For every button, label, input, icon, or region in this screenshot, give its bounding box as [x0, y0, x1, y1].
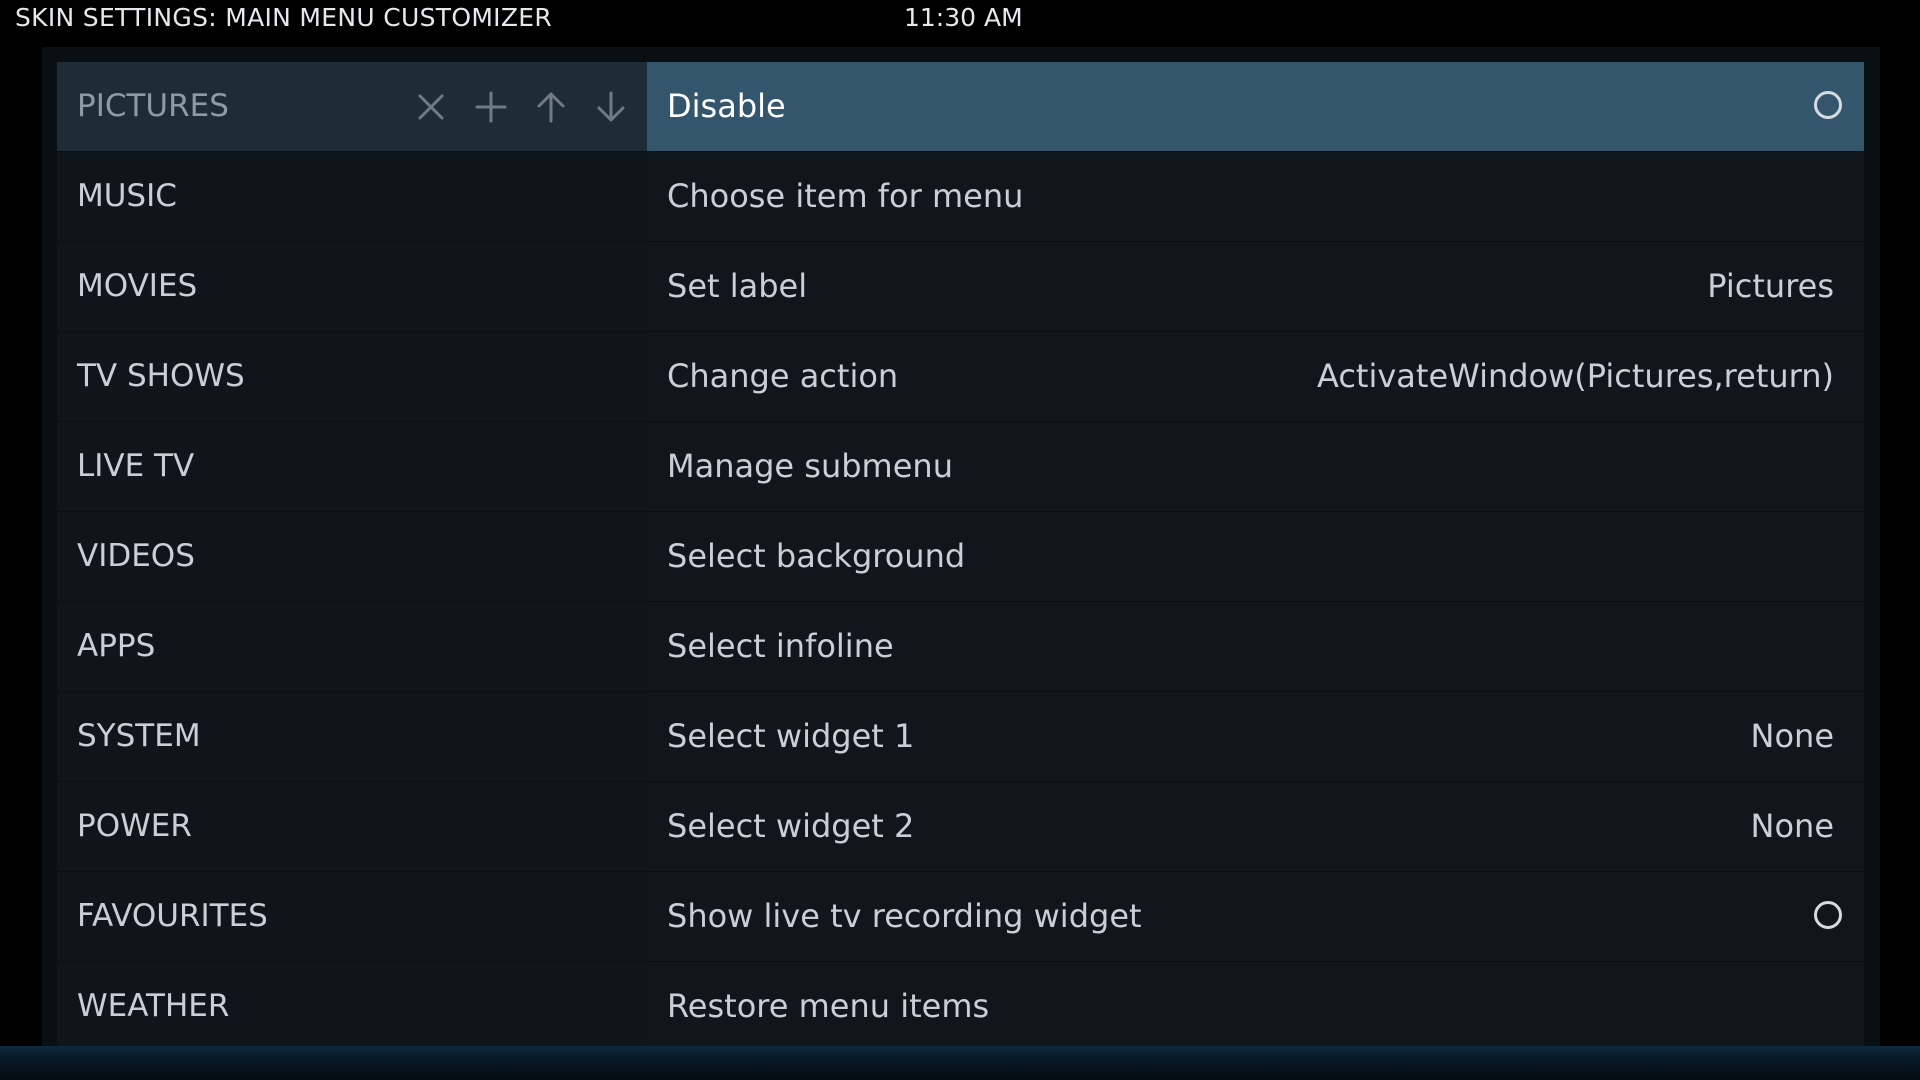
menu-item-pictures[interactable]: PICTURES: [57, 62, 647, 151]
menu-item-label: TV SHOWS: [77, 358, 245, 394]
option-label: Select widget 1: [667, 717, 915, 755]
radio-off-icon[interactable]: [1814, 901, 1842, 929]
option-select-infoline[interactable]: Select infoline: [647, 602, 1864, 691]
menu-item-label: SYSTEM: [77, 718, 201, 754]
window-title: SKIN SETTINGS: MAIN MENU CUSTOMIZER: [15, 3, 553, 32]
option-disable[interactable]: Disable: [647, 62, 1864, 151]
menu-item-label: MUSIC: [77, 178, 177, 214]
menu-item-videos[interactable]: VIDEOS: [57, 512, 647, 601]
option-value: ActivateWindow(Pictures,return): [1316, 357, 1834, 395]
menu-item-label: PICTURES: [77, 88, 229, 124]
option-restore-menu-items[interactable]: Restore menu items: [647, 962, 1864, 1051]
menu-item-weather[interactable]: WEATHER: [57, 962, 647, 1051]
option-label: Manage submenu: [667, 447, 953, 485]
radio-off-icon[interactable]: [1814, 91, 1842, 119]
menu-item-label: APPS: [77, 628, 156, 664]
option-value: None: [1750, 807, 1834, 845]
option-label: Disable: [667, 87, 786, 125]
option-label: Select infoline: [667, 627, 894, 665]
option-label: Show live tv recording widget: [667, 897, 1142, 935]
option-value: None: [1750, 717, 1834, 755]
option-manage-submenu[interactable]: Manage submenu: [647, 422, 1864, 511]
option-change-action[interactable]: Change action ActivateWindow(Pictures,re…: [647, 332, 1864, 421]
arrow-down-icon: [597, 91, 625, 121]
option-select-widget-2[interactable]: Select widget 2 None: [647, 782, 1864, 871]
option-label: Select widget 2: [667, 807, 915, 845]
menu-item-live-tv[interactable]: LIVE TV: [57, 422, 647, 511]
menu-item-label: VIDEOS: [77, 538, 195, 574]
move-up-button[interactable]: [521, 62, 581, 151]
menu-item-label: WEATHER: [77, 988, 230, 1024]
option-label: Set label: [667, 267, 808, 305]
menu-item-movies[interactable]: MOVIES: [57, 242, 647, 331]
option-label: Select background: [667, 537, 966, 575]
main-menu-list: PICTURES MUSIC MOVIES TV SHOWS LIVE TV V…: [57, 62, 647, 1052]
option-set-label[interactable]: Set label Pictures: [647, 242, 1864, 331]
option-label: Restore menu items: [667, 987, 990, 1025]
menu-item-label: FAVOURITES: [77, 898, 268, 934]
option-label: Choose item for menu: [667, 177, 1024, 215]
menu-item-music[interactable]: MUSIC: [57, 152, 647, 241]
clock: 11:30 AM: [904, 3, 1023, 32]
menu-item-apps[interactable]: APPS: [57, 602, 647, 691]
move-down-button[interactable]: [581, 62, 641, 151]
arrow-up-icon: [537, 92, 565, 122]
option-label: Change action: [667, 357, 899, 395]
menu-item-label: MOVIES: [77, 268, 198, 304]
menu-item-power[interactable]: POWER: [57, 782, 647, 871]
menu-item-favourites[interactable]: FAVOURITES: [57, 872, 647, 961]
add-item-button[interactable]: [461, 62, 521, 151]
menu-item-label: POWER: [77, 808, 192, 844]
option-choose-item[interactable]: Choose item for menu: [647, 152, 1864, 241]
close-icon: [418, 94, 444, 119]
option-value: Pictures: [1707, 267, 1834, 305]
delete-item-button[interactable]: [401, 62, 461, 151]
item-toolbar: [401, 62, 641, 151]
option-select-widget-1[interactable]: Select widget 1 None: [647, 692, 1864, 781]
item-options-list: Disable Choose item for menu Set label P…: [647, 62, 1864, 1052]
plus-icon: [475, 91, 507, 122]
option-show-live-tv-recording-widget[interactable]: Show live tv recording widget: [647, 872, 1864, 961]
menu-item-label: LIVE TV: [77, 448, 195, 484]
menu-item-tv-shows[interactable]: TV SHOWS: [57, 332, 647, 421]
customizer-panel: PICTURES MUSIC MOVIES TV SHOWS LIVE TV V…: [42, 47, 1880, 1051]
top-bar: SKIN SETTINGS: MAIN MENU CUSTOMIZER 11:3…: [0, 0, 1920, 40]
bottom-glow: [0, 1046, 1920, 1080]
menu-item-system[interactable]: SYSTEM: [57, 692, 647, 781]
option-select-background[interactable]: Select background: [647, 512, 1864, 601]
